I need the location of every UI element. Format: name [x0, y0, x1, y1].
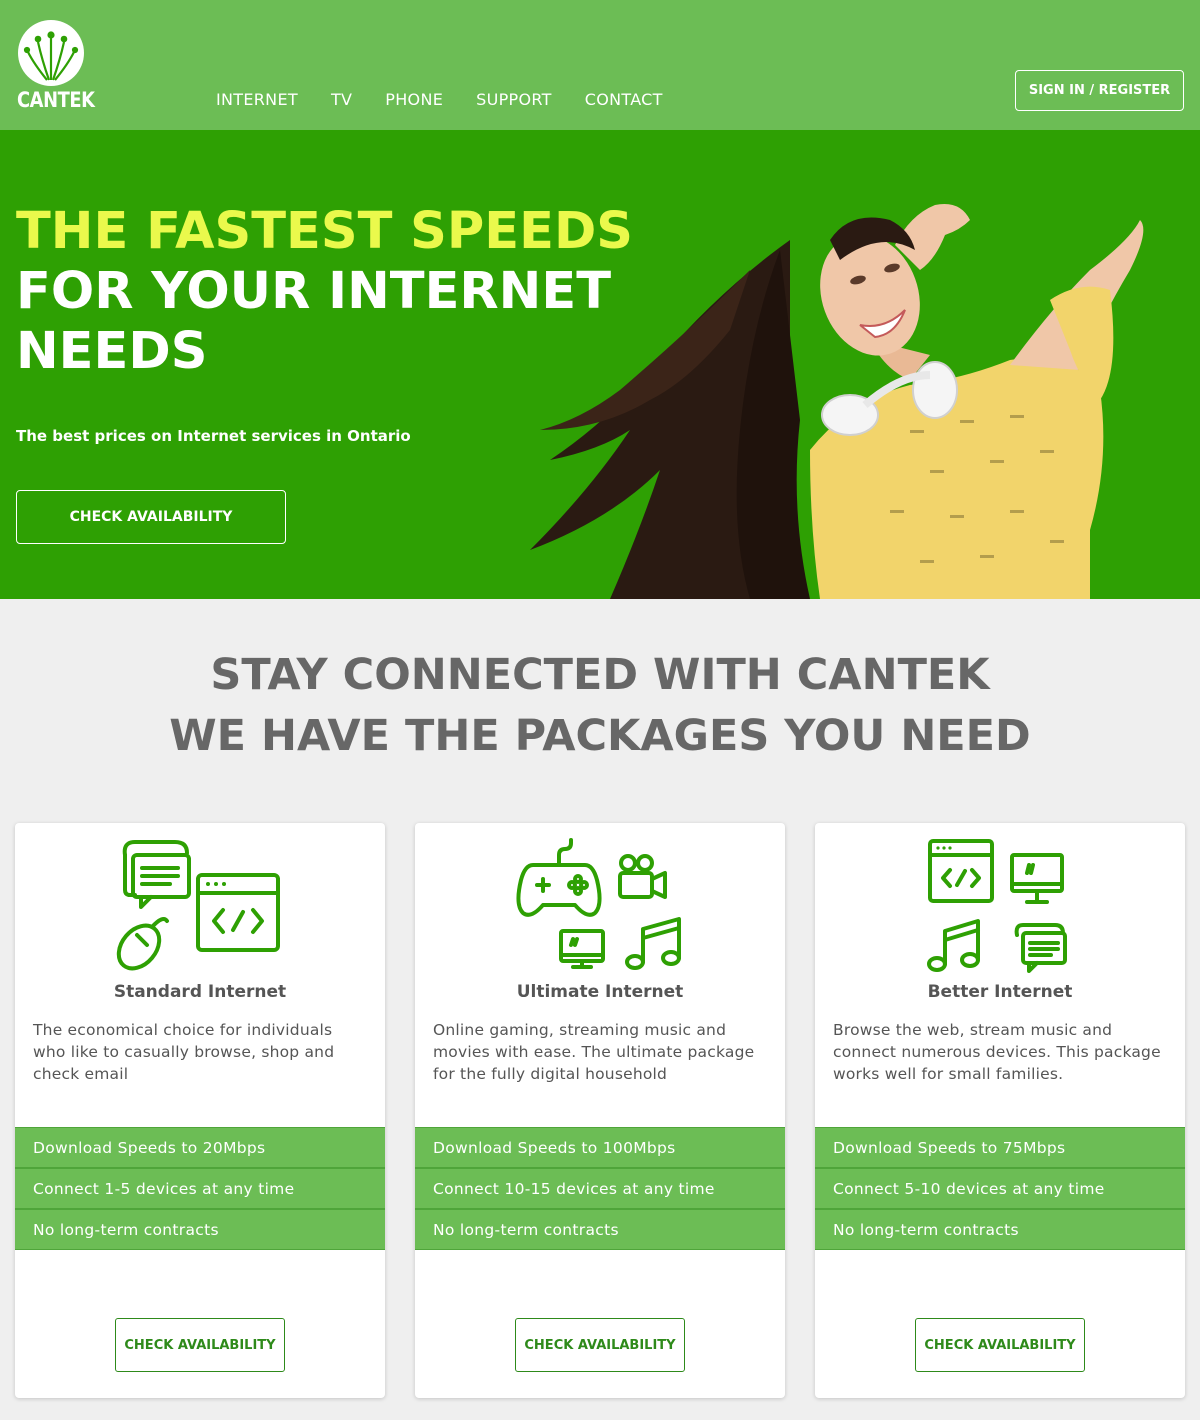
better-icons — [927, 839, 1067, 973]
logo-emblem — [18, 20, 84, 86]
hero-banner: THE FASTEST SPEEDS FOR YOUR INTERNET NEE… — [0, 130, 1200, 599]
package-card-better: Better Internet Browse the web, stream m… — [815, 823, 1185, 1398]
monitor-icon — [1010, 853, 1064, 904]
feature-devices: Connect 5-10 devices at any time — [815, 1168, 1185, 1209]
nav-internet[interactable]: INTERNET — [216, 90, 298, 109]
code-window-icon — [196, 873, 280, 952]
music-note-icon — [625, 917, 681, 970]
code-window-icon — [928, 839, 994, 903]
card-features: Download Speeds to 75Mbps Connect 5-10 d… — [815, 1127, 1185, 1250]
package-card-standard: Standard Internet The economical choice … — [15, 823, 385, 1398]
card-title: Standard Internet — [113, 982, 287, 1002]
logo-text: CANTEK — [17, 88, 95, 112]
cantek-logo[interactable]: CANTEK — [17, 18, 95, 114]
card-title: Ultimate Internet — [516, 982, 684, 1002]
nav-phone[interactable]: PHONE — [385, 90, 443, 109]
check-availability-button[interactable]: CHECK AVAILABILITY — [915, 1318, 1085, 1372]
card-description: Online gaming, streaming music and movie… — [433, 1021, 755, 1083]
video-camera-icon — [618, 854, 667, 899]
standard-icons — [116, 840, 280, 971]
gamepad-icon — [516, 838, 602, 917]
feature-contracts: No long-term contracts — [815, 1209, 1185, 1250]
feature-devices: Connect 1-5 devices at any time — [15, 1168, 385, 1209]
card-title: Better Internet — [927, 982, 1073, 1002]
feature-contracts: No long-term contracts — [415, 1209, 785, 1250]
nav-support[interactable]: SUPPORT — [476, 90, 552, 109]
feature-speed: Download Speeds to 75Mbps — [815, 1127, 1185, 1168]
feature-devices: Connect 10-15 devices at any time — [415, 1168, 785, 1209]
hero-woman-image — [530, 204, 1144, 599]
mouse-icon — [116, 917, 169, 971]
main-nav: INTERNET TV PHONE SUPPORT CONTACT — [216, 90, 696, 109]
feature-speed: Download Speeds to 100Mbps — [415, 1127, 785, 1168]
nav-contact[interactable]: CONTACT — [585, 90, 663, 109]
hero-subtitle: The best prices on Internet services in … — [16, 427, 411, 445]
chat-icon — [1014, 923, 1067, 973]
packages-heading-line1: STAY CONNECTED WITH CANTEK — [210, 650, 990, 700]
nav-tv[interactable]: TV — [331, 90, 352, 109]
check-availability-button[interactable]: CHECK AVAILABILITY — [115, 1318, 285, 1372]
ultimate-icons — [516, 838, 681, 970]
card-description: The economical choice for individuals wh… — [33, 1021, 335, 1083]
music-note-icon — [927, 919, 980, 972]
check-availability-button[interactable]: CHECK AVAILABILITY — [515, 1318, 685, 1372]
package-card-ultimate: Ultimate Internet Online gaming, streami… — [415, 823, 785, 1398]
chat-icon — [122, 840, 191, 909]
packages-heading: STAY CONNECTED WITH CANTEK WE HAVE THE P… — [0, 645, 1200, 767]
feature-speed: Download Speeds to 20Mbps — [15, 1127, 385, 1168]
feature-contracts: No long-term contracts — [15, 1209, 385, 1250]
hero-check-availability-button[interactable]: CHECK AVAILABILITY — [16, 490, 286, 544]
monitor-icon — [559, 929, 605, 969]
site-header: CANTEK INTERNET TV PHONE SUPPORT CONTACT… — [0, 0, 1200, 130]
signin-register-button[interactable]: SIGN IN / REGISTER — [1015, 70, 1184, 111]
packages-heading-line2: WE HAVE THE PACKAGES YOU NEED — [169, 711, 1031, 761]
card-description: Browse the web, stream music and connect… — [833, 1021, 1161, 1083]
card-features: Download Speeds to 100Mbps Connect 10-15… — [415, 1127, 785, 1250]
card-features: Download Speeds to 20Mbps Connect 1-5 de… — [15, 1127, 385, 1250]
